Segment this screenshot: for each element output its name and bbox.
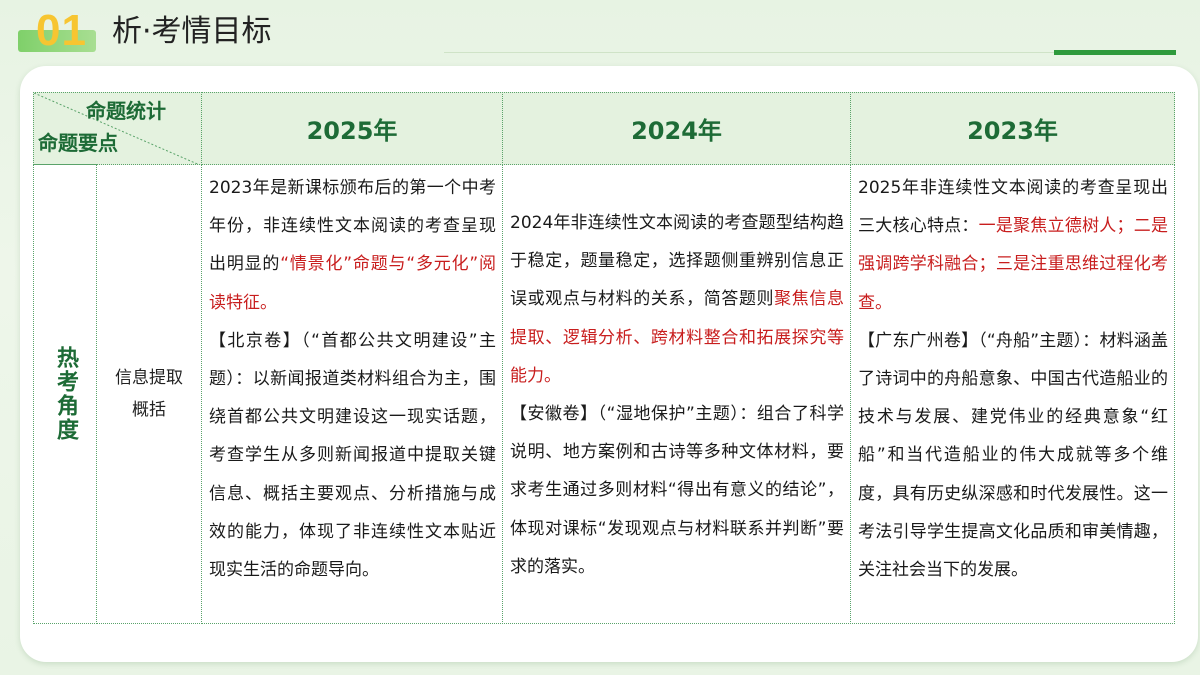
corner-label-points: 命题要点 (38, 131, 118, 155)
content-2024: 2024年非连续性文本阅读的考查题型结构趋于稳定，题量稳定，选择题侧重辨别信息正… (502, 164, 851, 624)
header-divider (444, 52, 1054, 53)
category-line-2: 概括 (132, 400, 166, 420)
header-accent-bar (1054, 50, 1176, 55)
intro-2025: 2023年是新课标颁布后的第一个中考年份，非连续性文本阅读的考查呈现出明显的“情… (209, 178, 497, 313)
intro-2024: 2024年非连续性文本阅读的考查题型结构趋于稳定，题量稳定，选择题侧重辨别信息正… (510, 212, 845, 386)
intro-2023: 2025年非连续性文本阅读的考查呈现出三大核心特点：一是聚焦立德树人；二是强调跨… (858, 178, 1169, 313)
year-header-2023: 2023年 (850, 92, 1175, 165)
content-2025: 2023年是新课标颁布后的第一个中考年份，非连续性文本阅读的考查呈现出明显的“情… (201, 164, 503, 624)
content-2023: 2025年非连续性文本阅读的考查呈现出三大核心特点：一是聚焦立德树人；二是强调跨… (850, 164, 1175, 624)
category-line-1: 信息提取 (115, 368, 183, 388)
example-2024: 【安徽卷】（“湿地保护”主题）：组合了科学说明、地方案例和古诗等多种文体材料，要… (510, 404, 844, 577)
slide-header: 01 析·考情目标 (0, 0, 1200, 66)
table-corner-cell: 命题统计 命题要点 (33, 92, 202, 165)
example-2023: 【广东广州卷】（“舟船”主题）：材料涵盖了诗词中的舟船意象、中国古代造船业的技术… (858, 330, 1168, 581)
year-header-2024: 2024年 (502, 92, 851, 165)
analysis-table: 命题统计 命题要点 2025年 2024年 2023年 热考角度 信息提取 概括… (33, 92, 1175, 624)
example-2025: 【北京卷】（“首都公共文明建设”主题）：以新闻报道类材料组合为主，围绕首都公共文… (209, 330, 496, 581)
hot-angle-text: 热考角度 (53, 346, 78, 442)
year-header-2025: 2025年 (201, 92, 503, 165)
hot-angle-label: 热考角度 (33, 164, 97, 624)
section-number: 01 (36, 6, 87, 55)
section-title: 析·考情目标 (112, 14, 272, 49)
corner-label-stats: 命题统计 (86, 99, 166, 123)
category-label: 信息提取 概括 (96, 164, 202, 624)
